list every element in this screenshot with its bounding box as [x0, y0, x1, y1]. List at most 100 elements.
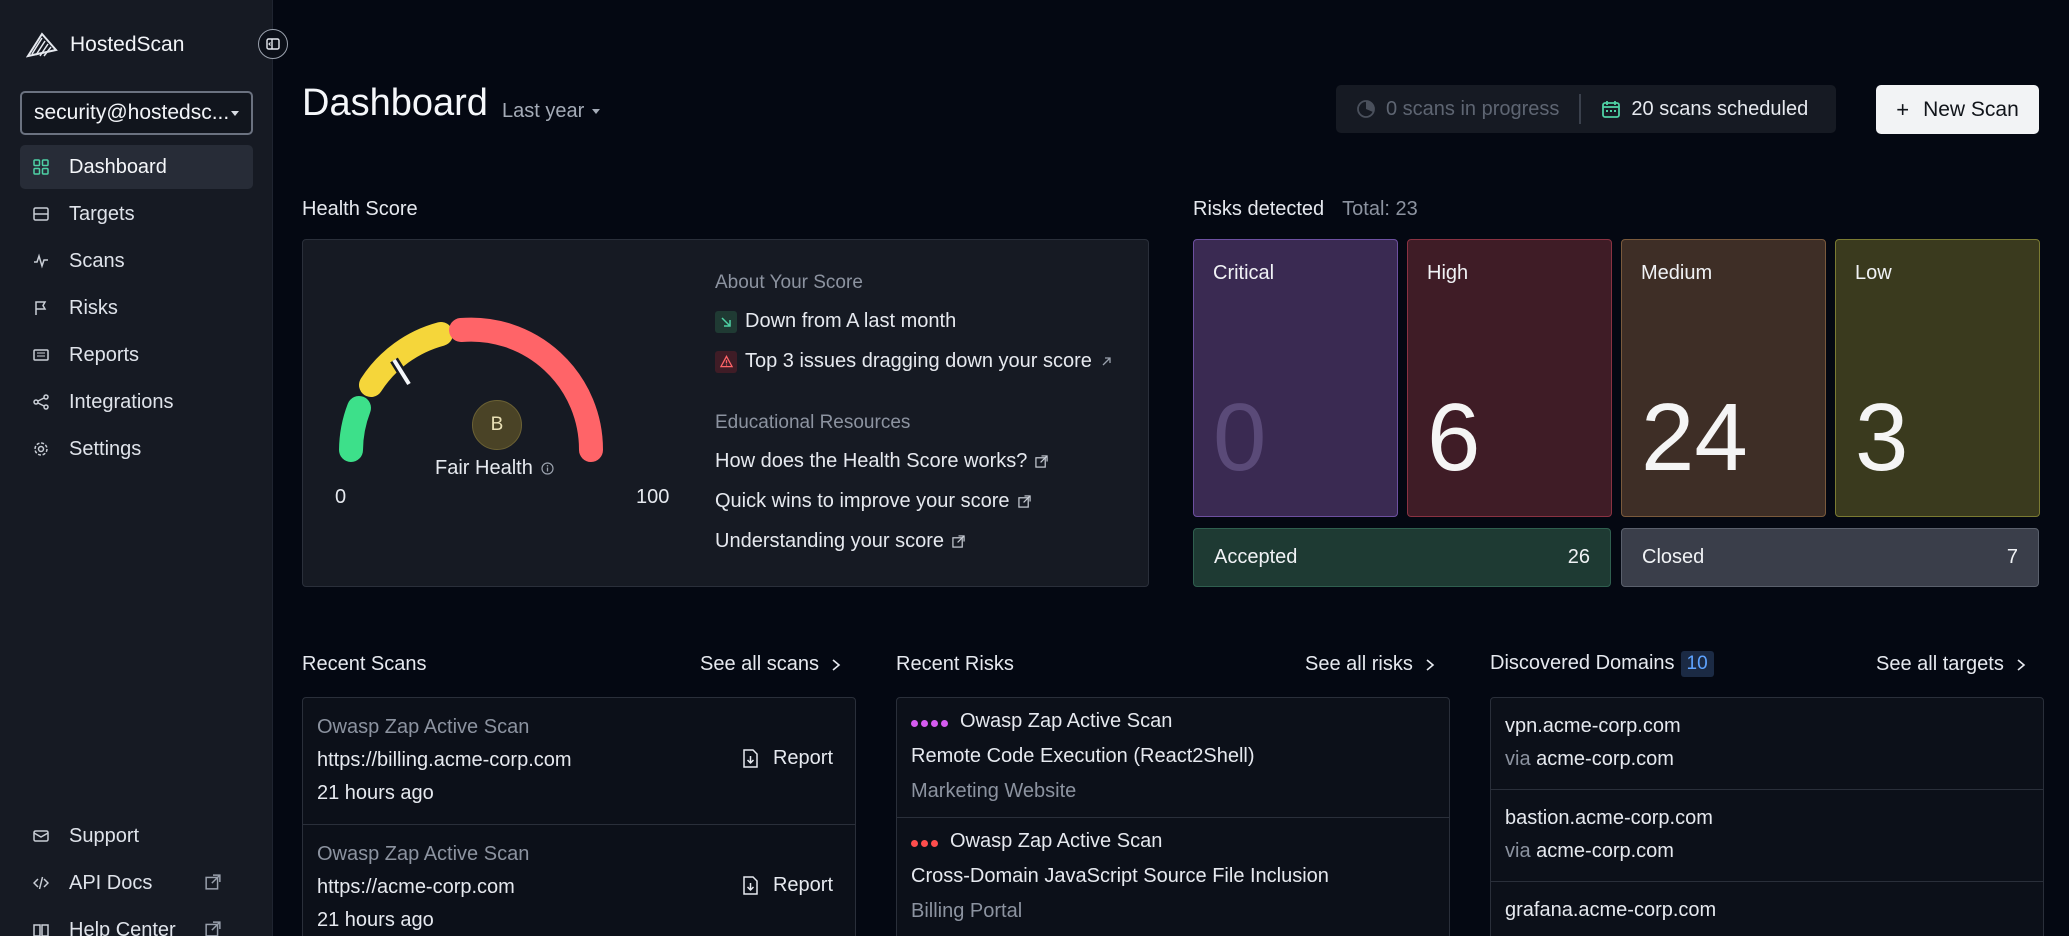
domain-name: bastion.acme-corp.com	[1505, 807, 1713, 829]
edu-link-understanding-score[interactable]: Understanding your score	[715, 530, 965, 553]
nav-item-risks[interactable]: Risks	[20, 286, 253, 330]
app-name: HostedScan	[70, 33, 185, 56]
health-grade-badge: B	[472, 400, 522, 450]
chevron-right-icon	[832, 658, 841, 671]
closed-label: Closed	[1642, 546, 1705, 568]
edu-link-quick-wins[interactable]: Quick wins to improve your score	[715, 490, 1031, 513]
see-all-targets-link[interactable]: See all targets	[1876, 653, 2026, 676]
domain-row[interactable]: vpn.acme-corp.com via acme-corp.com	[1491, 698, 2043, 790]
chevron-right-icon	[1426, 658, 1435, 671]
nav-item-reports[interactable]: Reports	[20, 333, 253, 377]
external-link-icon	[1035, 455, 1049, 468]
risks-detected-label: Risks detected	[1193, 198, 1325, 220]
mail-icon	[33, 830, 49, 842]
nav-item-scans[interactable]: Scans	[20, 239, 253, 283]
health-score-card: B Fair Health 0 100 About Your Score Dow…	[302, 239, 1149, 587]
discovered-domains-panel: vpn.acme-corp.com via acme-corp.com bast…	[1490, 697, 2044, 936]
edu-link-how-score-works[interactable]: How does the Health Score works?	[715, 450, 1049, 473]
health-status-label: Fair Health	[435, 457, 533, 479]
external-link-icon	[1017, 495, 1031, 508]
scans-in-progress[interactable]: 0 scans in progress	[1336, 98, 1579, 121]
account-select[interactable]: security@hostedsc...	[20, 91, 253, 135]
discovered-domains-label: Discovered Domains	[1490, 652, 1675, 674]
see-all-targets-label: See all targets	[1876, 653, 2004, 675]
closed-count: 7	[2006, 546, 2018, 568]
report-label: Report	[772, 874, 833, 896]
risk-title: Cross-Domain JavaScript Source File Incl…	[911, 865, 1329, 887]
nav-label: Scans	[69, 249, 125, 272]
nav-label: Reports	[69, 343, 140, 366]
risk-tile-critical[interactable]: Critical 0	[1193, 239, 1398, 517]
risk-row[interactable]: Owasp Zap Active Scan Cross-Domain JavaS…	[897, 818, 1449, 936]
nav-item-api-docs[interactable]: API Docs	[20, 861, 253, 905]
see-all-risks-label: See all risks	[1305, 653, 1413, 675]
recent-risks-title: Recent Risks	[896, 653, 1014, 675]
risk-tile-low[interactable]: Low 3	[1835, 239, 2040, 517]
scan-status-bar: 0 scans in progress 20 scans scheduled	[1336, 85, 1836, 133]
recent-scans-title: Recent Scans	[302, 653, 427, 675]
info-icon	[541, 462, 554, 475]
arrow-up-right-icon	[1102, 357, 1111, 366]
report-button[interactable]: Report	[742, 874, 833, 897]
nav-item-support[interactable]: Support	[20, 814, 253, 858]
nav-label: Targets	[69, 202, 135, 225]
external-link-icon	[952, 535, 965, 548]
via-domain: acme-corp.com	[1536, 748, 1674, 770]
period-select[interactable]: Last year	[502, 100, 601, 123]
nav-item-settings[interactable]: Settings	[20, 427, 253, 471]
report-file-icon	[743, 876, 758, 895]
nav-item-dashboard[interactable]: Dashboard	[20, 145, 253, 189]
health-status[interactable]: Fair Health	[435, 457, 554, 480]
nav-item-targets[interactable]: Targets	[20, 192, 253, 236]
about-score-title: About Your Score	[715, 272, 863, 293]
code-icon	[33, 876, 49, 890]
edu-link-label: Quick wins to improve your score	[715, 490, 1010, 512]
health-gauge	[339, 317, 604, 462]
nav-label: Risks	[69, 296, 118, 319]
activity-icon	[34, 253, 48, 269]
nav-item-integrations[interactable]: Integrations	[20, 380, 253, 424]
risk-tile-medium[interactable]: Medium 24	[1621, 239, 1826, 517]
risk-tile-label: Low	[1855, 262, 1892, 284]
scan-row[interactable]: Owasp Zap Active Scan https://acme-corp.…	[303, 825, 855, 936]
page-title: Dashboard	[302, 82, 488, 124]
nav-label: Support	[69, 824, 140, 847]
risk-tile-count: 24	[1641, 384, 1748, 491]
server-icon	[33, 207, 49, 221]
flag-icon	[35, 301, 47, 315]
domain-via: via acme-corp.com	[1505, 748, 1674, 771]
scan-row[interactable]: Owasp Zap Active Scan https://billing.ac…	[303, 698, 855, 825]
book-open-icon	[33, 924, 49, 936]
risk-row[interactable]: Owasp Zap Active Scan Remote Code Execut…	[897, 698, 1449, 818]
risk-tile-count: 0	[1213, 384, 1267, 491]
sidebar-collapse-button[interactable]	[258, 29, 288, 59]
gauge-min-label: 0	[335, 486, 347, 508]
via-prefix: via	[1505, 840, 1531, 862]
accepted-risks-box[interactable]: Accepted 26	[1193, 528, 1611, 587]
nav-label: API Docs	[69, 871, 153, 894]
domain-name: vpn.acme-corp.com	[1505, 715, 1681, 737]
domain-row[interactable]: grafana.acme-corp.com	[1491, 882, 2043, 936]
risk-tile-high[interactable]: High 6	[1407, 239, 1612, 517]
scans-scheduled[interactable]: 20 scans scheduled	[1581, 98, 1828, 121]
report-label: Report	[772, 747, 833, 769]
risk-scan-line: Owasp Zap Active Scan	[911, 710, 1172, 733]
scan-target: https://acme-corp.com	[317, 876, 515, 898]
domain-row[interactable]: bastion.acme-corp.com via acme-corp.com	[1491, 790, 2043, 882]
via-domain: acme-corp.com	[1536, 840, 1674, 862]
scans-in-progress-label: 0 scans in progress	[1386, 97, 1560, 120]
new-scan-button[interactable]: + New Scan	[1876, 85, 2039, 134]
closed-risks-box[interactable]: Closed 7	[1621, 528, 2039, 587]
nav-item-help-center[interactable]: Help Center	[20, 908, 253, 936]
risk-tile-count: 3	[1855, 384, 1909, 491]
see-all-scans-link[interactable]: See all scans	[700, 653, 841, 676]
report-button[interactable]: Report	[742, 747, 833, 770]
app-logo[interactable]: HostedScan	[26, 30, 184, 60]
nav-label: Help Center	[69, 918, 176, 936]
see-all-risks-link[interactable]: See all risks	[1305, 653, 1435, 676]
top-issues-link[interactable]: Top 3 issues dragging down your score	[715, 350, 1113, 373]
share-icon	[33, 394, 49, 410]
health-score-title: Health Score	[302, 198, 418, 220]
risk-target: Billing Portal	[911, 900, 1023, 922]
scans-scheduled-label: 20 scans scheduled	[1631, 97, 1809, 120]
